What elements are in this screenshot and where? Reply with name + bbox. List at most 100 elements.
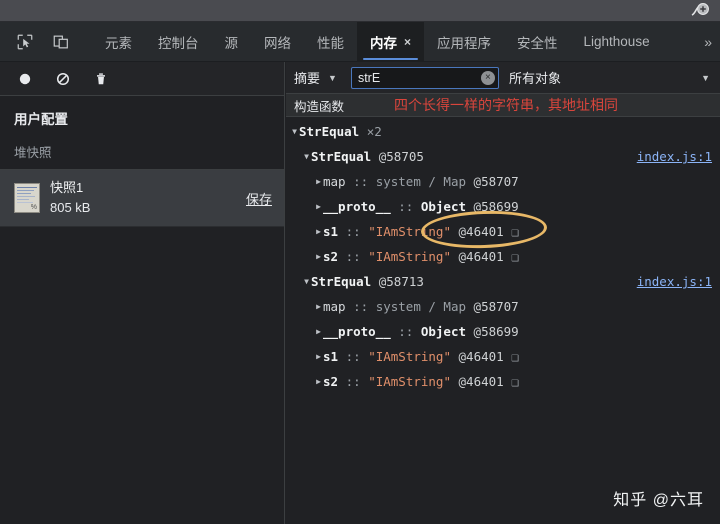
object-address: @58707 <box>473 174 519 189</box>
tree-row[interactable]: ▶ __proto__ :: Object @58699 <box>286 194 720 219</box>
object-address: @58705 <box>378 149 424 164</box>
chevron-down-icon: ▼ <box>328 72 337 83</box>
tree-row[interactable]: ▼ StrEqual ×2 <box>286 119 720 144</box>
clear-search-icon[interactable]: × <box>480 70 495 85</box>
tree-row[interactable]: ▶ map :: system / Map @58707 <box>286 294 720 319</box>
object-address: @46401 <box>458 249 504 264</box>
object-address: @46401 <box>458 349 504 364</box>
tab-lighthouse[interactable]: Lighthouse <box>571 22 663 62</box>
chevron-down-icon: ▼ <box>701 72 710 83</box>
expand-arrow-icon[interactable]: ▶ <box>314 177 323 186</box>
snapshot-save-link[interactable]: 保存 <box>246 189 272 208</box>
snapshot-list-item[interactable]: % 快照1 805 kB 保存 <box>0 170 284 227</box>
object-address: @58699 <box>473 324 519 339</box>
class-filter-input[interactable] <box>350 66 499 89</box>
tree-row-content: s1 :: "IAmString" @46401 ❑ <box>323 224 712 239</box>
tab-close-icon[interactable]: × <box>404 36 411 48</box>
tab-elements[interactable]: 元素 <box>92 22 145 62</box>
expand-arrow-icon[interactable]: ▼ <box>302 152 311 161</box>
tab-overflow-chevron-icon[interactable]: » <box>698 22 718 62</box>
tab-application[interactable]: 应用程序 <box>424 22 504 62</box>
string-value: "IAmString" <box>368 349 451 364</box>
tab-list: 元素 控制台 源 网络 性能 内存 × 应用程序 安全性 Lighthouse <box>92 21 698 62</box>
object-address: @46401 <box>458 374 504 389</box>
tab-memory[interactable]: 内存 × <box>357 21 425 62</box>
tree-row[interactable]: ▶ s1 :: "IAmString" @46401 ❑ <box>286 344 720 369</box>
tree-row-content: __proto__ :: Object @58699 <box>323 324 712 339</box>
tree-row[interactable]: ▶ s2 :: "IAmString" @46401 ❑ <box>286 369 720 394</box>
tab-sources[interactable]: 源 <box>212 22 252 62</box>
source-link[interactable]: index.js:1 <box>637 274 712 289</box>
tree-row-content: map :: system / Map @58707 <box>323 299 712 314</box>
tab-label: 内存 <box>370 35 397 51</box>
watermark: 知乎 @六耳 <box>613 492 704 509</box>
tab-network[interactable]: 网络 <box>251 22 304 62</box>
tree-row[interactable]: ▶ __proto__ :: Object @58699 <box>286 319 720 344</box>
tree-row[interactable]: ▶ s2 :: "IAmString" @46401 ❑ <box>286 244 720 269</box>
heap-object-tree[interactable]: ▼ StrEqual ×2 ▼ StrEqual @58705 index.js… <box>286 117 720 524</box>
heap-profile-panel: 摘要 ▼ × 所有对象 ▼ 构造函数 四个长得一样的字符串，其地址相同 ▼ St… <box>286 62 720 524</box>
expand-arrow-icon[interactable]: ▶ <box>314 377 323 386</box>
profiles-header: 用户配置 <box>14 112 68 127</box>
property-value: Object <box>420 324 467 339</box>
tab-label: Lighthouse <box>583 34 650 49</box>
object-address: @46401 <box>458 224 504 239</box>
heap-snapshots-section-label: 堆快照 <box>0 136 284 170</box>
expand-arrow-icon[interactable]: ▼ <box>302 277 311 286</box>
objects-scope-label: 所有对象 <box>508 71 561 86</box>
view-select[interactable]: 摘要 ▼ <box>294 68 343 87</box>
expand-arrow-icon[interactable]: ▼ <box>290 127 299 136</box>
tree-row-content: s1 :: "IAmString" @46401 ❑ <box>323 349 712 364</box>
tab-label: 元素 <box>105 35 132 51</box>
separator: :: <box>353 299 369 314</box>
expand-arrow-icon[interactable]: ▶ <box>314 252 323 261</box>
class-name: StrEqual <box>311 149 372 164</box>
record-circle-icon[interactable] <box>10 66 40 92</box>
property-name: map <box>323 174 346 189</box>
trash-icon[interactable] <box>86 66 116 92</box>
expand-arrow-icon[interactable]: ▶ <box>314 202 323 211</box>
separator: :: <box>353 174 369 189</box>
tree-row[interactable]: ▼ StrEqual @58705 index.js:1 <box>286 144 720 169</box>
inspect-element-icon[interactable] <box>12 29 38 55</box>
tab-console[interactable]: 控制台 <box>145 22 212 62</box>
class-name: StrEqual <box>299 124 360 139</box>
tree-row[interactable]: ▶ map :: system / Map @58707 <box>286 169 720 194</box>
property-name: s2 <box>323 249 339 264</box>
tree-row-content: StrEqual ×2 <box>299 124 712 139</box>
property-name: __proto__ <box>323 199 391 214</box>
separator: :: <box>345 374 361 389</box>
clear-no-entry-icon[interactable] <box>48 66 78 92</box>
tree-row-content: __proto__ :: Object @58699 <box>323 199 712 214</box>
property-value: system / Map <box>375 174 467 189</box>
constructor-column-header[interactable]: 构造函数 四个长得一样的字符串，其地址相同 <box>286 94 720 117</box>
expand-arrow-icon[interactable]: ▶ <box>314 302 323 311</box>
snapshot-title: 快照1 <box>50 180 84 195</box>
detached-box-icon: ❑ <box>511 249 519 264</box>
tree-row-content: map :: system / Map @58707 <box>323 174 712 189</box>
objects-scope-select[interactable]: 所有对象 ▼ <box>507 68 714 87</box>
expand-arrow-icon[interactable]: ▶ <box>314 352 323 361</box>
snapshot-size: 805 kB <box>50 200 91 215</box>
tree-row-content: s2 :: "IAmString" @46401 ❑ <box>323 374 712 389</box>
devtools-tab-bar: 元素 控制台 源 网络 性能 内存 × 应用程序 安全性 Lighthouse … <box>0 21 720 62</box>
separator: :: <box>398 324 414 339</box>
tab-label: 源 <box>224 35 239 51</box>
separator: :: <box>345 249 361 264</box>
expand-arrow-icon[interactable]: ▶ <box>314 227 323 236</box>
tab-performance[interactable]: 性能 <box>304 22 357 62</box>
tree-row[interactable]: ▶ s1 :: "IAmString" @46401 ❑ <box>286 219 720 244</box>
string-value: "IAmString" <box>368 224 451 239</box>
source-link[interactable]: index.js:1 <box>637 149 712 164</box>
new-tab-icon[interactable] <box>688 1 710 21</box>
property-name: map <box>323 299 346 314</box>
property-value: Object <box>420 199 467 214</box>
property-value: system / Map <box>375 299 467 314</box>
property-name: s2 <box>323 374 339 389</box>
tab-security[interactable]: 安全性 <box>504 22 571 62</box>
tree-row-content: s2 :: "IAmString" @46401 ❑ <box>323 249 712 264</box>
tree-row[interactable]: ▼ StrEqual @58713 index.js:1 <box>286 269 720 294</box>
expand-arrow-icon[interactable]: ▶ <box>314 327 323 336</box>
view-select-label: 摘要 <box>294 71 321 86</box>
device-toolbar-icon[interactable] <box>48 29 74 55</box>
